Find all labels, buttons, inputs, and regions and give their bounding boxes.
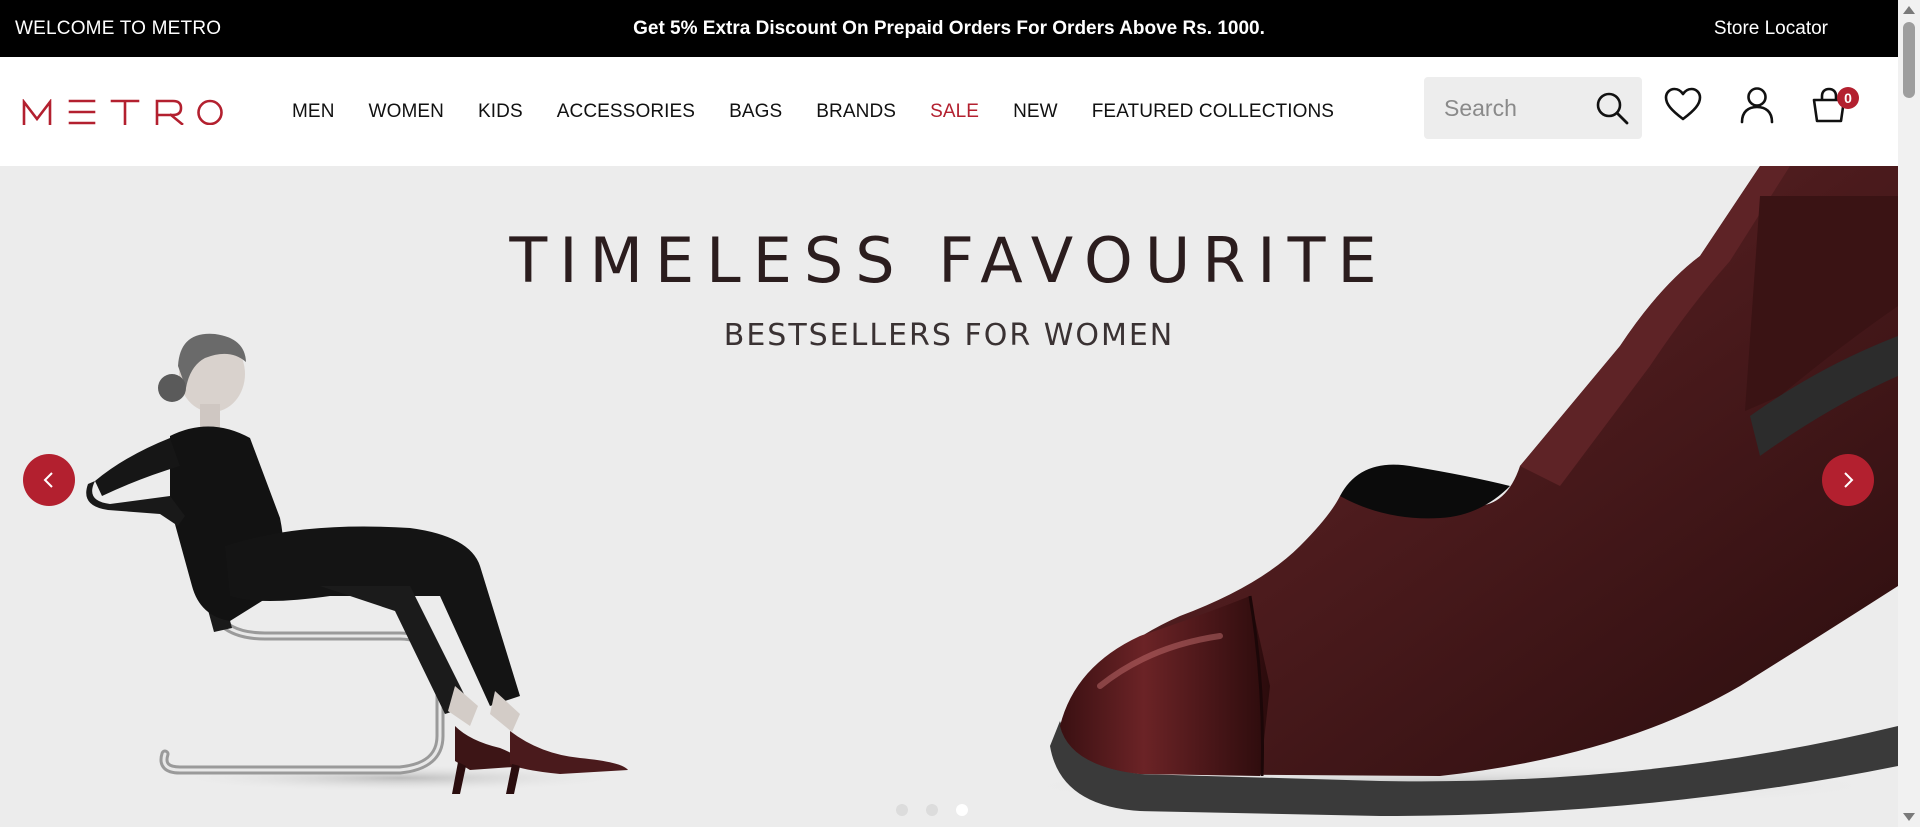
announcement-bar: WELCOME TO METRO Get 5% Extra Discount O…: [0, 0, 1898, 57]
page-scrollbar[interactable]: [1898, 0, 1920, 827]
carousel-dots: [896, 804, 968, 816]
carousel-dot[interactable]: [926, 804, 938, 816]
nav-bags[interactable]: BAGS: [729, 101, 782, 123]
site-header: MEN WOMEN KIDS ACCESSORIES BAGS BRANDS S…: [0, 57, 1898, 166]
scroll-thumb[interactable]: [1903, 22, 1915, 98]
user-icon[interactable]: [1737, 85, 1777, 125]
store-locator-link[interactable]: Store Locator: [1714, 18, 1828, 40]
welcome-text: WELCOME TO METRO: [15, 18, 222, 39]
search-box: [1424, 77, 1642, 139]
carousel-dot[interactable]: [896, 804, 908, 816]
carousel-next-button[interactable]: [1822, 454, 1874, 506]
nav-brands[interactable]: BRANDS: [816, 101, 896, 123]
page: WELCOME TO METRO Get 5% Extra Discount O…: [0, 0, 1898, 827]
model-figure: [86, 333, 630, 794]
hero-title: TIMELESS FAVOURITE: [509, 224, 1389, 297]
hero-banner: TIMELESS FAVOURITE BESTSELLERS FOR WOMEN: [0, 166, 1898, 827]
scroll-up-arrow-icon[interactable]: [1903, 6, 1915, 14]
carousel-prev-button[interactable]: [23, 454, 75, 506]
carousel-dot-active[interactable]: [956, 804, 968, 816]
cart-count-badge: 0: [1837, 87, 1859, 109]
scroll-down-arrow-icon[interactable]: [1903, 813, 1915, 821]
nav-featured-collections[interactable]: FEATURED COLLECTIONS: [1092, 101, 1334, 123]
chevron-right-icon: [1844, 472, 1854, 488]
nav-men[interactable]: MEN: [292, 101, 335, 123]
nav-new[interactable]: NEW: [1013, 101, 1058, 123]
promo-text: Get 5% Extra Discount On Prepaid Orders …: [633, 18, 1265, 39]
main-nav: MEN WOMEN KIDS ACCESSORIES BAGS BRANDS S…: [292, 57, 1368, 166]
nav-women[interactable]: WOMEN: [369, 101, 444, 123]
chevron-left-icon: [43, 472, 53, 488]
metro-logo[interactable]: [22, 99, 224, 125]
nav-accessories[interactable]: ACCESSORIES: [557, 101, 695, 123]
nav-sale[interactable]: SALE: [930, 101, 979, 123]
nav-kids[interactable]: KIDS: [478, 101, 523, 123]
hero-subtitle: BESTSELLERS FOR WOMEN: [723, 318, 1175, 353]
search-input[interactable]: [1442, 91, 1586, 125]
search-icon[interactable]: [1594, 90, 1630, 126]
heart-icon[interactable]: [1663, 85, 1703, 125]
